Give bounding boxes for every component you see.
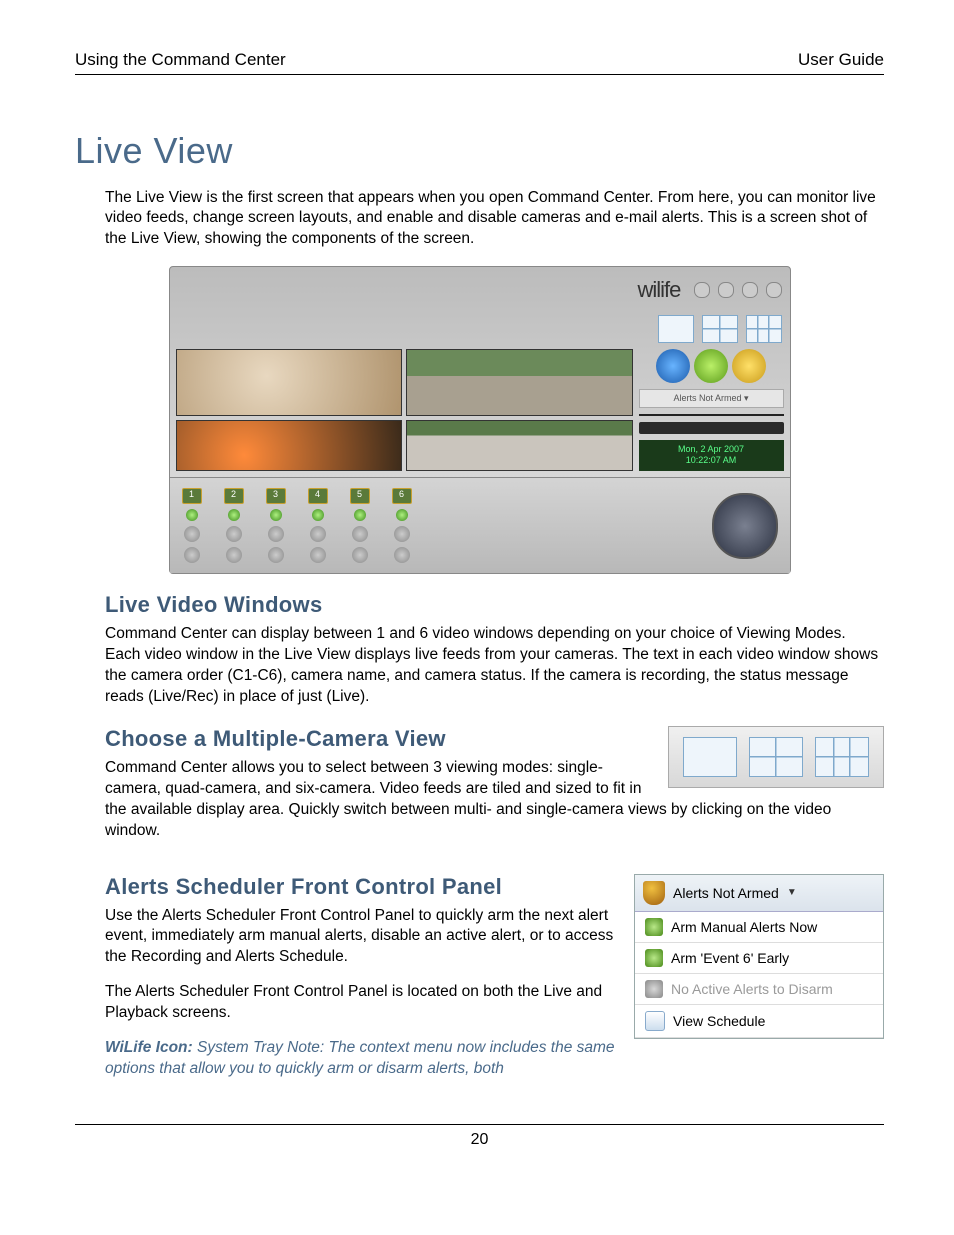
header-right: User Guide [798, 50, 884, 70]
dropdown-caret-icon: ▼ [787, 887, 797, 898]
camera-feed-1[interactable] [176, 349, 403, 416]
timestamp-display: Mon, 2 Apr 2007 10:22:07 AM [639, 440, 784, 471]
minimize-icon[interactable] [718, 282, 734, 298]
cam-control-5[interactable]: 5 [350, 488, 370, 563]
app-screenshot: wilife Alerts N [169, 266, 791, 574]
alerts-menu-disarm: No Active Alerts to Disarm [635, 974, 883, 1005]
layout-six-icon[interactable] [815, 737, 869, 777]
alert-status-bar[interactable]: Alerts Not Armed ▾ [639, 389, 784, 408]
secure-button[interactable] [732, 349, 766, 383]
camera-feed-4[interactable] [406, 420, 633, 471]
shield-green-icon [645, 949, 663, 967]
help-icon[interactable] [694, 282, 710, 298]
camera-feed-2[interactable] [406, 349, 633, 416]
cam-control-6[interactable]: 6 [392, 488, 412, 563]
layout-quad-icon[interactable] [749, 737, 803, 777]
cam-control-3[interactable]: 3 [266, 488, 286, 563]
maximize-icon[interactable] [742, 282, 758, 298]
page-number: 20 [471, 1131, 489, 1148]
brand-logo: wilife [638, 277, 681, 303]
intro-paragraph: The Live View is the first screen that a… [105, 188, 884, 251]
layout-quad-icon[interactable] [702, 315, 738, 343]
page-title: Live View [75, 130, 884, 172]
alerts-panel-header[interactable]: Alerts Not Armed ▼ [635, 875, 883, 912]
setup-button[interactable] [656, 349, 690, 383]
header-left: Using the Command Center [75, 50, 286, 70]
alerts-menu-schedule[interactable]: View Schedule [635, 1005, 883, 1038]
shield-grey-icon [645, 980, 663, 998]
video-grid [176, 349, 633, 471]
cam-control-2[interactable]: 2 [224, 488, 244, 563]
note-wilife-icon: WiLife Icon: System Tray Note: The conte… [105, 1038, 884, 1080]
camera-control-bar: 1 2 3 4 5 6 [170, 477, 790, 573]
cam-control-4[interactable]: 4 [308, 488, 328, 563]
layout-selector-image [668, 726, 884, 788]
playback-button[interactable] [694, 349, 728, 383]
alerts-menu-arm-event[interactable]: Arm 'Event 6' Early [635, 943, 883, 974]
body-live-video: Command Center can display between 1 and… [105, 624, 884, 708]
alerts-status-label: Alerts Not Armed [673, 885, 779, 901]
camera-feed-3[interactable] [176, 420, 403, 471]
mini-preview[interactable] [639, 414, 784, 416]
layout-six-icon[interactable] [746, 315, 782, 343]
layout-single-icon[interactable] [683, 737, 737, 777]
schedule-icon [645, 1011, 665, 1031]
heading-live-video: Live Video Windows [105, 592, 884, 618]
shield-green-icon [645, 918, 663, 936]
layout-single-icon[interactable] [658, 315, 694, 343]
jog-wheel[interactable] [712, 493, 778, 559]
shield-icon [643, 881, 665, 905]
side-panel: Alerts Not Armed ▾ Mon, 2 Apr 2007 10:22… [639, 349, 784, 471]
close-icon[interactable] [766, 282, 782, 298]
alerts-panel-image: Alerts Not Armed ▼ Arm Manual Alerts Now… [634, 874, 884, 1039]
cam-control-1[interactable]: 1 [182, 488, 202, 563]
alerts-menu-arm-manual[interactable]: Arm Manual Alerts Now [635, 912, 883, 943]
timeline-slider[interactable] [639, 422, 784, 434]
